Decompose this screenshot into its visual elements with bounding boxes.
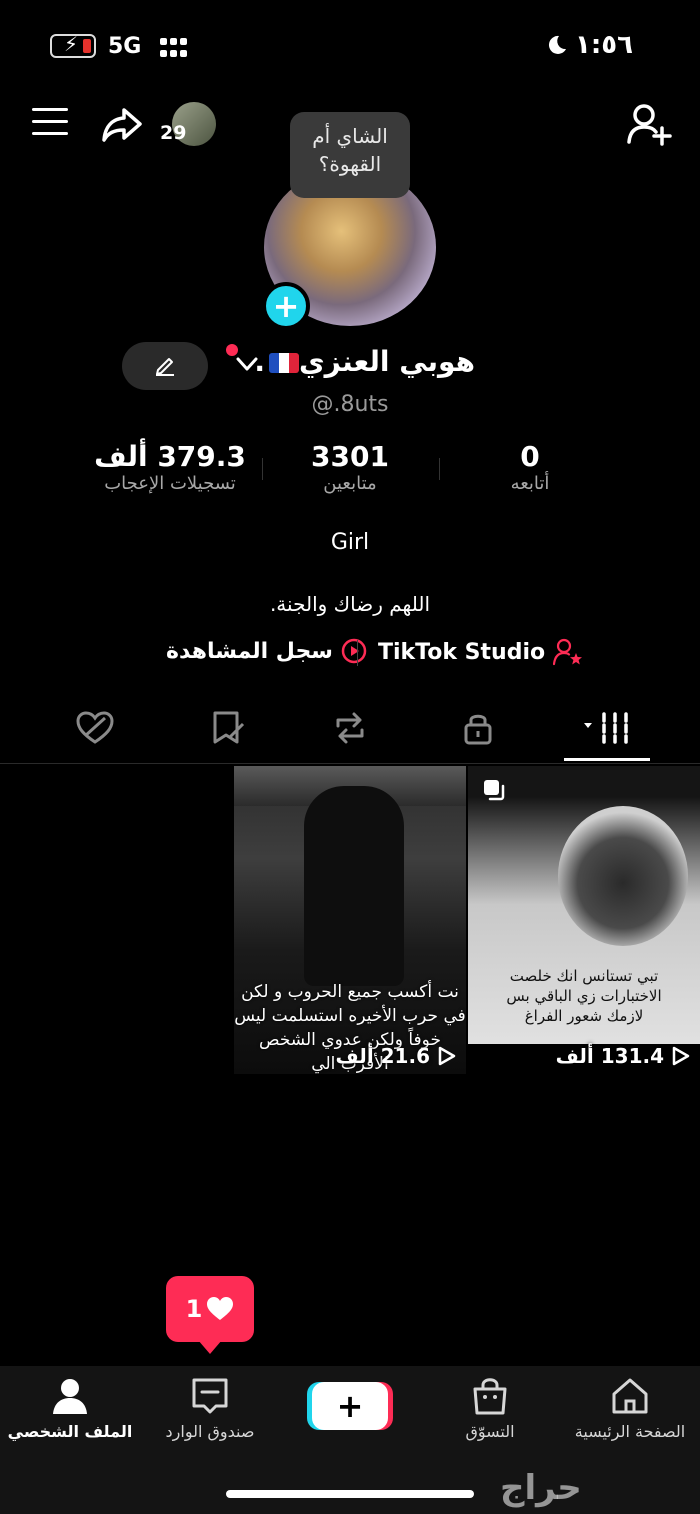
username: @.8uts <box>311 392 389 417</box>
watch-history-link[interactable]: سجل المشاهدة <box>166 638 367 664</box>
stat-followers-value: 3301 <box>311 440 389 473</box>
stat-followers[interactable]: 3301 متابعين <box>270 440 430 494</box>
nav-inbox[interactable]: صندوق الوارد <box>140 1376 280 1448</box>
multi-image-icon <box>484 780 505 801</box>
tab-private[interactable] <box>453 706 503 750</box>
tab-reposts[interactable] <box>325 706 375 750</box>
videos-grid-icon <box>584 712 628 744</box>
create-button[interactable]: + <box>312 1382 388 1430</box>
video-views: 21.6 ألف <box>335 1044 456 1068</box>
plus-icon: + <box>336 1387 364 1425</box>
edit-name-button[interactable] <box>122 342 208 390</box>
tab-liked[interactable] <box>70 706 120 750</box>
video-views: 131.4 ألف <box>556 1044 690 1068</box>
bookmark-hidden-icon <box>213 711 245 744</box>
stat-divider <box>262 458 263 480</box>
note-bubble[interactable]: الشاي أم القهوة؟ <box>290 112 410 198</box>
france-flag-icon <box>269 353 300 373</box>
tab-videos[interactable] <box>580 706 640 750</box>
video-thumbnail[interactable]: نت أكسب جميع الحروب و لكن في حرب الأخيره… <box>234 766 466 1074</box>
display-name-text: هوبي العنزي <box>299 345 475 378</box>
stat-following-value: 0 <box>520 440 540 473</box>
play-icon <box>438 1046 456 1066</box>
network-label: 5G <box>108 34 142 59</box>
tiktok-studio-label: TikTok Studio <box>378 639 546 665</box>
heart-hidden-icon <box>76 711 114 744</box>
person-icon <box>53 1379 87 1414</box>
shopping-bag-icon <box>473 1378 507 1415</box>
stat-likes[interactable]: 379.3 ألف تسجيلات الإعجاب <box>80 440 260 494</box>
nav-shop-label: التسوّق <box>465 1422 515 1441</box>
watermark-logo: حراج <box>500 1468 582 1508</box>
add-story-button[interactable]: + <box>262 282 310 330</box>
moon-icon <box>548 35 566 54</box>
nav-home-label: الصفحة الرئيسية <box>574 1422 686 1441</box>
add-friend-icon[interactable] <box>626 102 672 146</box>
display-name[interactable]: هوبي العنزي. <box>254 345 475 378</box>
repost-icon <box>336 712 364 744</box>
stat-likes-label: تسجيلات الإعجاب <box>104 473 236 494</box>
heart-icon <box>207 1297 234 1320</box>
bio-line-2: اللهم رضاك والجنة. <box>269 592 431 616</box>
video-views-count: 21.6 ألف <box>335 1044 430 1068</box>
creator-star-icon <box>553 638 583 666</box>
stat-divider <box>439 458 440 480</box>
nav-inbox-label: صندوق الوارد <box>165 1422 255 1441</box>
battery-icon: ⚡ <box>50 32 96 58</box>
play-icon <box>672 1046 690 1066</box>
status-time: ١:٥٦ <box>545 30 645 60</box>
watch-history-label: سجل المشاهدة <box>166 638 333 664</box>
video-thumbnail[interactable]: تبي تستانس انك خلصت الاختبارات زي الباقي… <box>468 766 700 1074</box>
nav-profile-label: الملف الشخصي <box>7 1422 133 1441</box>
notification-bubble[interactable]: 1 <box>166 1276 254 1342</box>
video-views-count: 131.4 ألف <box>555 1044 664 1068</box>
tiktok-studio-link[interactable]: TikTok Studio <box>378 638 583 666</box>
tabs-divider <box>0 763 700 764</box>
bio-line-1: Girl <box>330 530 370 555</box>
notification-count: 1 <box>185 1295 203 1323</box>
menu-icon[interactable] <box>32 108 68 138</box>
name-suffix: . <box>254 345 266 378</box>
clock-text: ١:٥٦ <box>575 30 634 60</box>
notification-pointer <box>198 1340 222 1354</box>
nav-shop[interactable]: التسوّق <box>420 1376 560 1448</box>
stat-following-label: أتابعه <box>510 473 550 494</box>
stat-likes-value: 379.3 ألف <box>94 440 246 473</box>
active-tab-indicator <box>564 758 650 761</box>
links-divider <box>357 640 358 666</box>
home-indicator[interactable] <box>226 1490 474 1498</box>
signal-icon <box>160 38 190 58</box>
friend-count: 29 <box>160 122 187 144</box>
tab-favorites[interactable] <box>202 706 252 750</box>
lock-icon <box>464 714 492 745</box>
home-icon <box>612 1378 648 1414</box>
nav-profile[interactable]: الملف الشخصي <box>0 1376 140 1448</box>
pencil-icon <box>156 358 174 376</box>
share-icon[interactable] <box>100 104 144 144</box>
nav-home[interactable]: الصفحة الرئيسية <box>560 1376 700 1448</box>
video-caption: تبي تستانس انك خلصت الاختبارات زي الباقي… <box>506 967 662 1025</box>
inbox-icon <box>192 1378 228 1414</box>
stat-following[interactable]: 0 أتابعه <box>450 440 610 494</box>
play-circle-icon <box>341 638 367 664</box>
stat-followers-label: متابعين <box>323 473 377 494</box>
